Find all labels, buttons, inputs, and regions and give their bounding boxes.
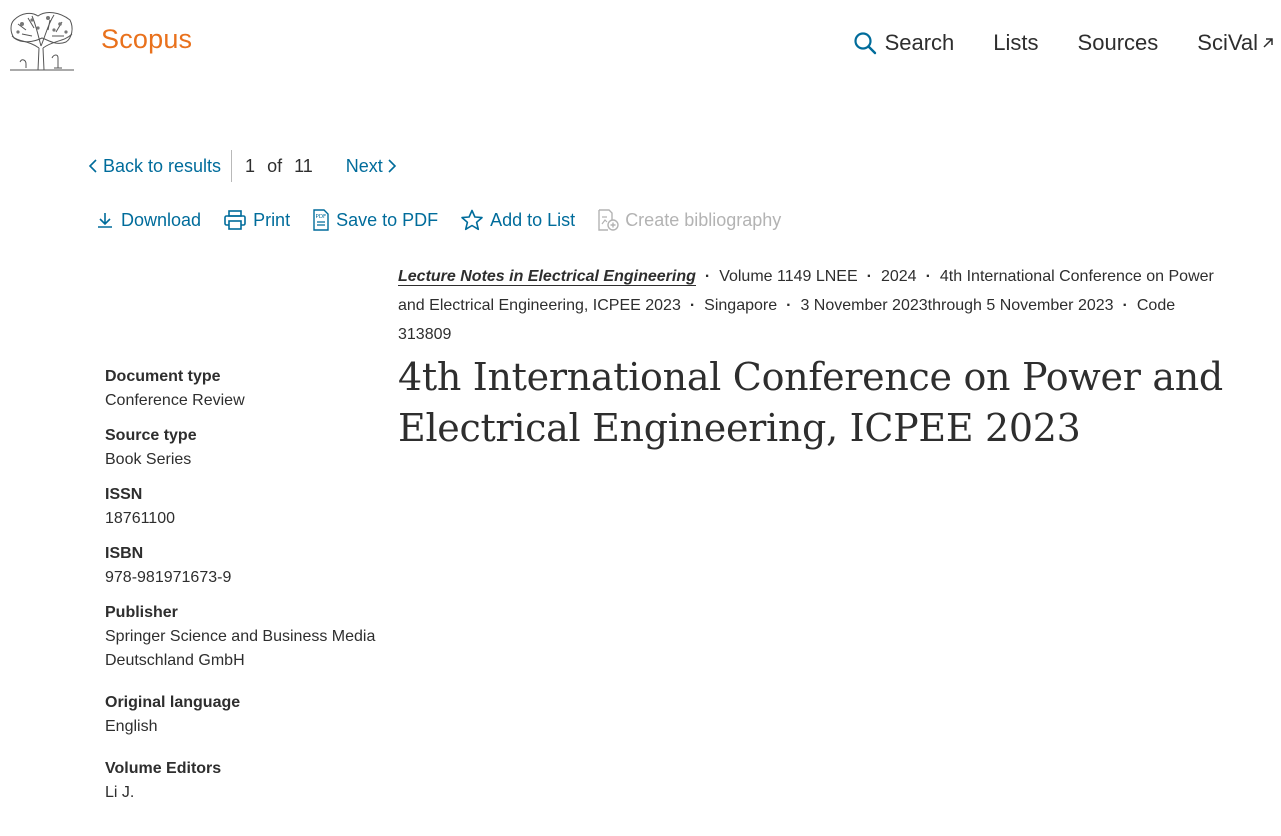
separator-dot: · [704, 268, 711, 285]
result-total: 11 [294, 155, 313, 176]
meta-label: Original language [105, 694, 241, 711]
search-icon [853, 32, 876, 55]
external-link-icon [1263, 38, 1273, 48]
document-title: 4th International Conference on Power an… [398, 355, 1223, 450]
meta-value: Conference Review [105, 392, 245, 409]
result-navigation: Back to results 1 of 11 Next [88, 150, 397, 182]
meta-label: Volume Editors [105, 760, 222, 777]
header: Scopus Search Lists Sources SciVal [0, 0, 1281, 80]
separator-dot: · [1122, 297, 1128, 314]
download-label: Download [121, 209, 202, 230]
meta-publisher: Publisher Springer Science and Business … [105, 601, 385, 673]
meta-value: Springer Science and Business Media Deut… [105, 628, 376, 669]
print-button[interactable]: Print [223, 209, 290, 231]
meta-value: 978-981971673-9 [105, 569, 232, 586]
pdf-icon: PDF [313, 209, 329, 231]
nav-sources[interactable]: Sources [1078, 30, 1159, 56]
print-label: Print [253, 209, 291, 230]
download-icon [98, 213, 112, 228]
separator-dot: · [925, 268, 931, 285]
nav-sources-label: Sources [1077, 30, 1159, 55]
document-metadata: Document type Conference Review Source t… [105, 365, 385, 816]
meta-value: Li J. [105, 784, 135, 801]
back-to-results-label: Back to results [103, 155, 222, 176]
result-current: 1 [245, 155, 256, 176]
meta-label: Publisher [105, 604, 178, 621]
star-icon [461, 209, 483, 231]
next-result-label: Next [345, 155, 383, 176]
document-toolbar: Download Print PDF Save to PDF Add to Li… [95, 206, 803, 234]
source-year: 2024 [880, 268, 917, 285]
separator-dot: · [689, 297, 696, 314]
meta-document-type: Document type Conference Review [105, 365, 385, 413]
result-nav-divider [231, 150, 233, 182]
source-location: Singapore [704, 297, 778, 314]
meta-issn: ISSN 18761100 [105, 483, 385, 531]
nav-search[interactable]: Search [853, 30, 955, 56]
meta-label: ISSN [105, 486, 143, 503]
create-bibliography-button[interactable]: Create bibliography [597, 209, 781, 231]
add-to-list-button[interactable]: Add to List [460, 209, 575, 231]
chevron-right-icon [388, 159, 396, 173]
result-of: of [267, 155, 283, 176]
elsevier-tree-logo[interactable] [8, 10, 76, 72]
meta-value: Book Series [105, 451, 192, 468]
nav-scival[interactable]: SciVal [1197, 30, 1275, 56]
meta-value: 18761100 [105, 510, 175, 527]
meta-label: ISBN [105, 545, 144, 562]
meta-label: Source type [105, 427, 197, 444]
meta-value: English [105, 718, 158, 735]
create-bibliography-label: Create bibliography [625, 209, 782, 230]
save-to-pdf-button[interactable]: PDF Save to PDF [312, 209, 438, 231]
back-to-results-link[interactable]: Back to results [88, 156, 231, 177]
nav-lists-label: Lists [993, 30, 1039, 55]
save-to-pdf-label: Save to PDF [336, 209, 439, 230]
source-dates: 3 November 2023through 5 November 2023 [800, 297, 1114, 314]
source-volume: Volume 1149 LNEE [719, 268, 858, 285]
nav-lists[interactable]: Lists [993, 30, 1038, 56]
chevron-left-icon [88, 159, 97, 173]
source-details: Lecture Notes in Electrical Engineering ·… [398, 262, 1228, 349]
meta-volume-editors: Volume Editors Li J. [105, 757, 385, 805]
next-result-link[interactable]: Next [346, 156, 397, 177]
bibliography-icon [598, 209, 619, 231]
separator-dot: · [866, 268, 872, 285]
separator-dot: · [786, 297, 792, 314]
nav-scival-label: SciVal [1197, 30, 1258, 55]
download-button[interactable]: Download [95, 210, 201, 231]
svg-text:PDF: PDF [316, 214, 327, 220]
journal-link[interactable]: Lecture Notes in Electrical Engineering [398, 268, 696, 286]
scopus-brand[interactable]: Scopus [101, 24, 192, 55]
add-to-list-label: Add to List [490, 209, 576, 230]
result-counter: 1 of 11 [245, 156, 320, 177]
meta-isbn: ISBN 978-981971673-9 [105, 542, 385, 590]
meta-label: Document type [105, 368, 221, 385]
top-nav: Search Lists Sources SciVal [853, 28, 1281, 58]
nav-search-label: Search [884, 30, 955, 55]
meta-source-type: Source type Book Series [105, 424, 385, 472]
meta-original-language: Original language English [105, 691, 385, 739]
print-icon [224, 210, 246, 230]
